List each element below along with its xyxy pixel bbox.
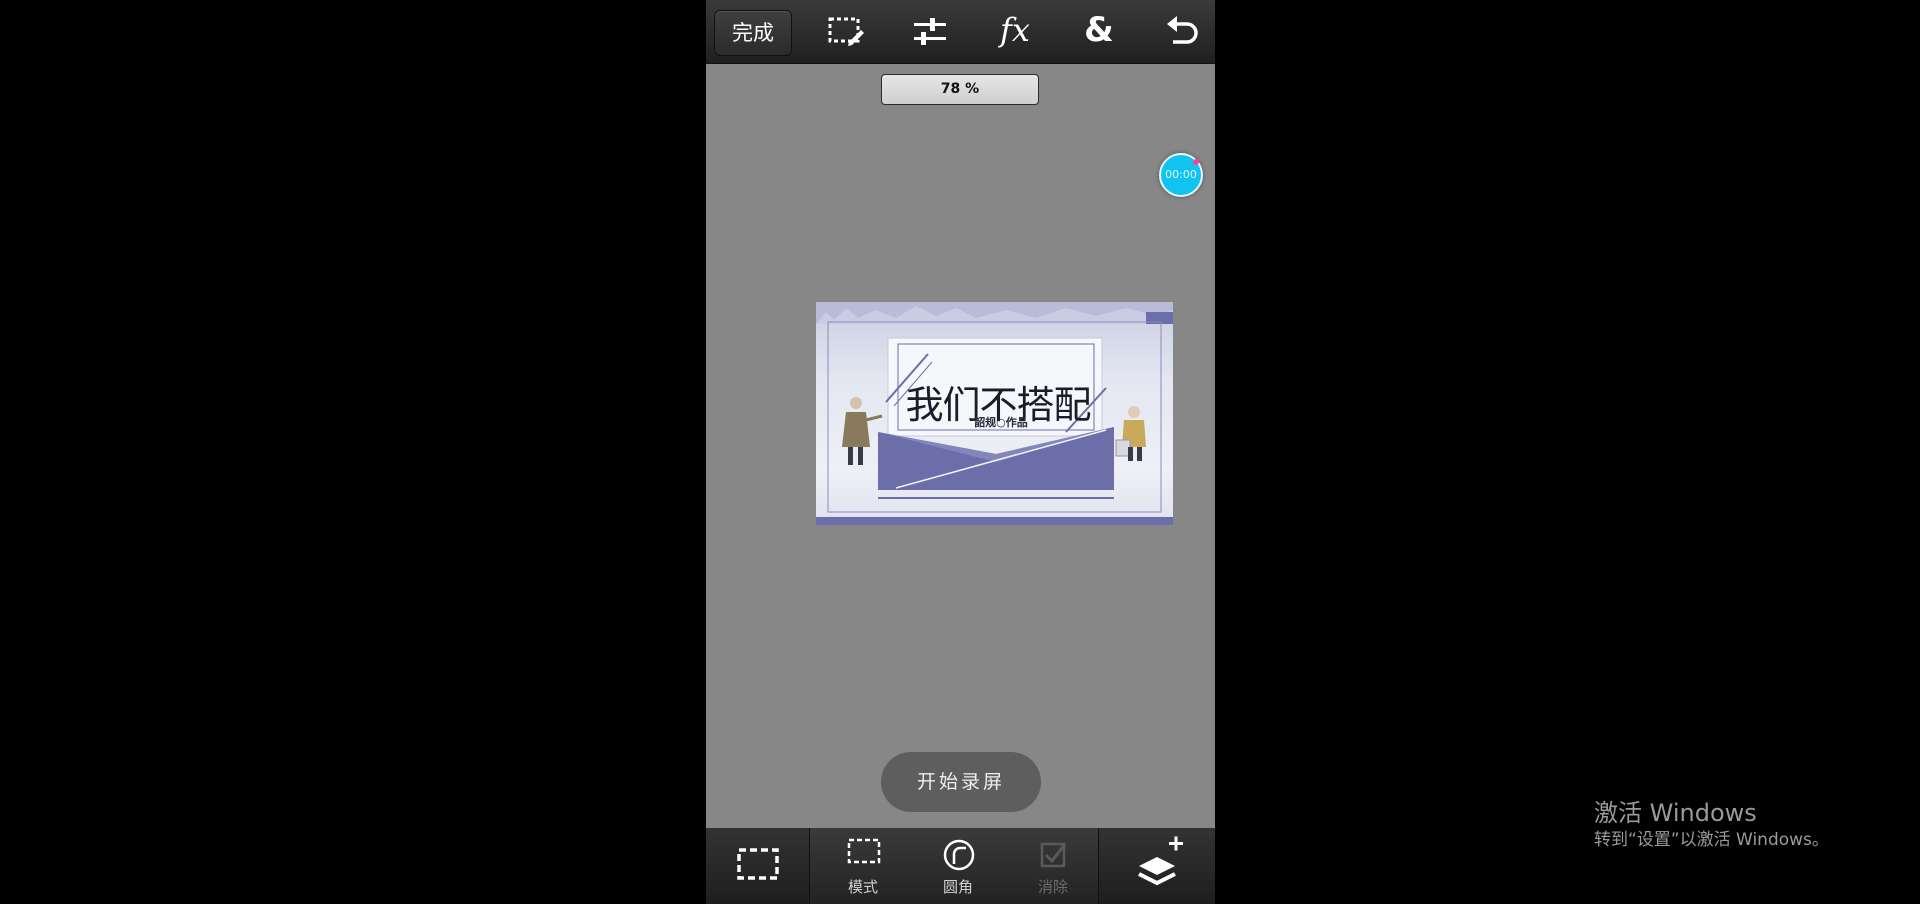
bottom-toolbar: 模式 圆角 消除 bbox=[706, 828, 1215, 904]
adjust-sliders-icon[interactable] bbox=[910, 14, 950, 50]
timer-indicator-dot bbox=[1193, 159, 1199, 165]
windows-activation-watermark: 激活 Windows 转到“设置”以激活 Windows。 bbox=[1594, 798, 1829, 852]
canvas-artwork[interactable]: 我们不搭配 韶规○作品 bbox=[816, 302, 1173, 525]
timer-value: 00:00 bbox=[1165, 168, 1197, 181]
layers-button[interactable] bbox=[1098, 828, 1215, 904]
watermark-subtitle: 转到“设置”以激活 Windows。 bbox=[1594, 830, 1829, 850]
round-corner-tool-button[interactable]: 圆角 bbox=[913, 828, 1003, 904]
selection-edit-icon[interactable] bbox=[827, 14, 867, 50]
clear-label: 消除 bbox=[1037, 878, 1068, 896]
selection-tool-button[interactable] bbox=[706, 828, 810, 904]
fx-label: fx bbox=[1000, 11, 1030, 49]
done-button[interactable]: 完成 bbox=[714, 10, 792, 56]
fx-icon[interactable]: fx bbox=[995, 11, 1035, 50]
marquee-selection-icon bbox=[737, 848, 779, 880]
mode-label: 模式 bbox=[847, 878, 878, 896]
round-corner-label: 圆角 bbox=[942, 878, 973, 896]
clear-tool-button[interactable]: 消除 bbox=[1008, 828, 1098, 904]
clear-checkbox-icon bbox=[1040, 842, 1067, 868]
top-toolbar: 完成 fx & bbox=[706, 0, 1215, 64]
layers-add-icon bbox=[1138, 836, 1183, 886]
artwork-subtitle: 韶规○作品 bbox=[974, 416, 1028, 429]
ampersand-label: & bbox=[1084, 10, 1114, 50]
round-corner-icon bbox=[943, 839, 975, 871]
record-timer[interactable]: 00:00 bbox=[1159, 153, 1203, 197]
mode-selection-icon bbox=[847, 838, 881, 864]
ampersand-icon[interactable]: & bbox=[1079, 10, 1119, 50]
start-recording-button[interactable]: 开始录屏 bbox=[881, 752, 1041, 812]
app-window: 完成 fx & 78 % 00:00 我们不搭配 韶规○作品 开始录屏 模式 圆… bbox=[706, 0, 1215, 904]
zoom-level: 78 % bbox=[881, 74, 1039, 105]
mode-tool-button[interactable]: 模式 bbox=[818, 828, 908, 904]
watermark-title: 激活 Windows bbox=[1594, 799, 1757, 827]
undo-icon[interactable] bbox=[1163, 14, 1203, 50]
